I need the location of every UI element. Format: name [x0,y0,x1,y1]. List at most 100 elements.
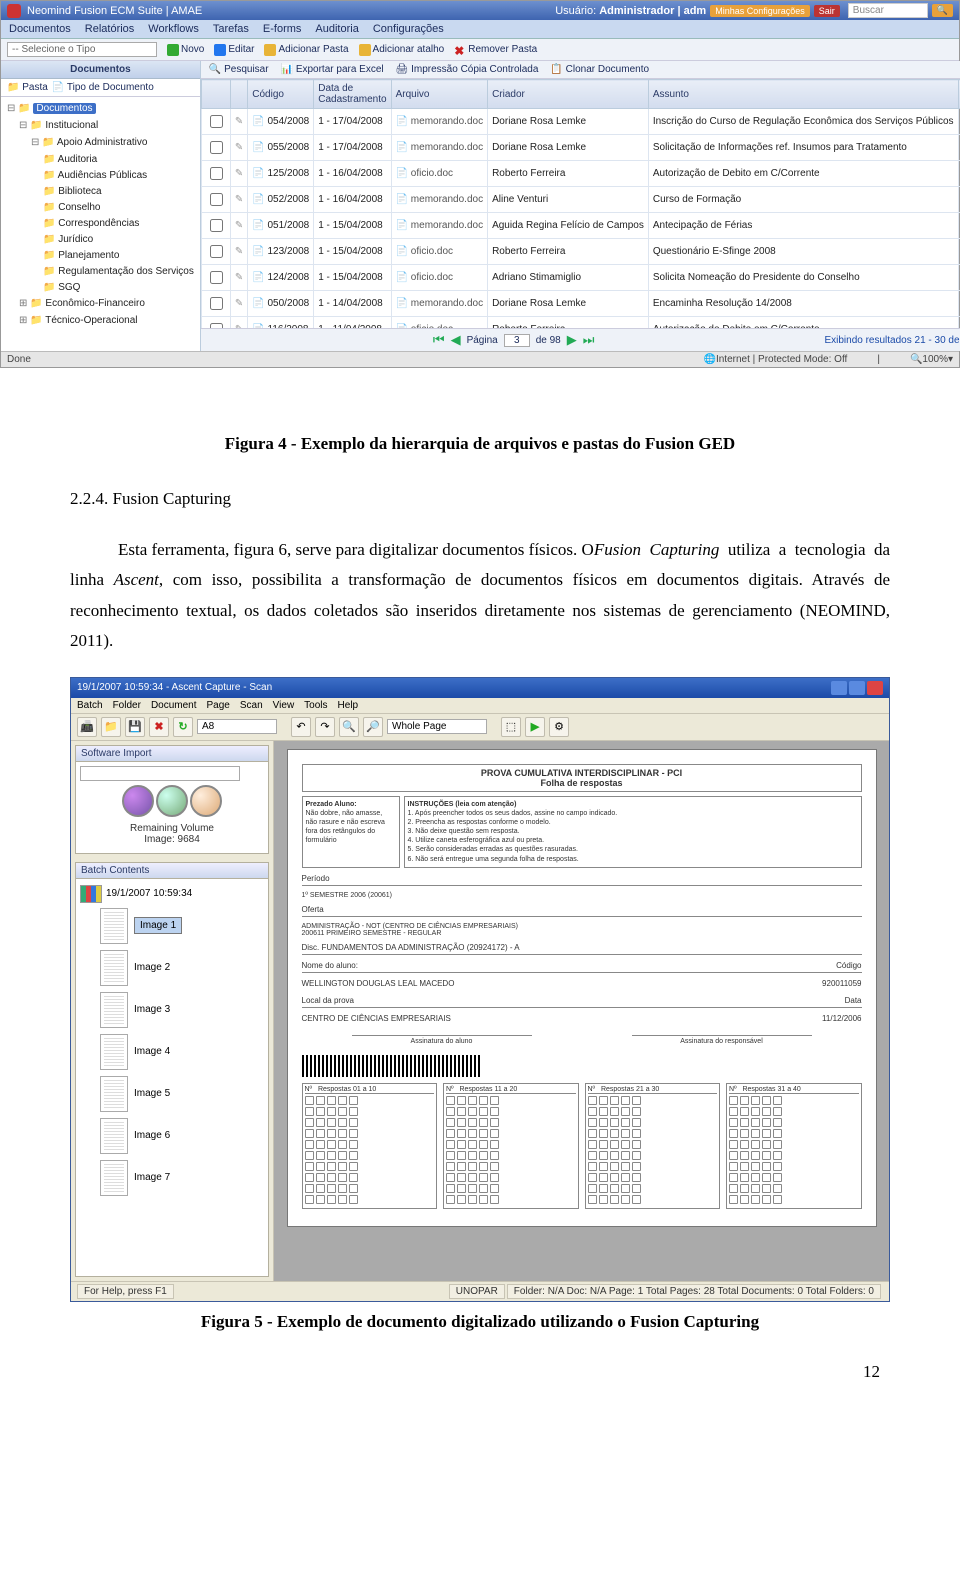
edit-icon[interactable]: ✎ [230,265,247,291]
editar-button[interactable]: Editar [214,44,254,56]
edit-icon[interactable]: ✎ [230,135,247,161]
pesquisar-button[interactable]: 🔍 Pesquisar [209,64,269,75]
tree-node[interactable]: 📁 SGQ [7,280,194,296]
table-row[interactable]: ✎📄 124/20081 - 15/04/2008📄 oficio.docAdr… [201,265,960,291]
batch-item[interactable]: Image 5 [80,1073,264,1115]
tree-node[interactable]: 📁 Conselho [7,200,194,216]
tool-a-icon[interactable]: ⬚ [501,717,521,737]
last-page-icon[interactable]: ⏭ [583,332,595,348]
edit-icon[interactable]: ✎ [230,109,247,135]
menu-batch[interactable]: Batch [77,700,103,711]
batch-item[interactable]: Image 6 [80,1115,264,1157]
tree-node[interactable]: 📁 Audiências Públicas [7,168,194,184]
row-checkbox[interactable] [210,115,223,128]
column-header[interactable]: Data de Cadastramento [314,80,391,109]
delete-icon[interactable]: ✖ [149,717,169,737]
edit-icon[interactable]: ✎ [230,187,247,213]
edit-icon[interactable]: ✎ [230,213,247,239]
type-select[interactable]: -- Selecione o Tipo [7,42,157,57]
batch-item[interactable]: Image 7 [80,1157,264,1199]
rotate-right-icon[interactable]: ↷ [315,717,335,737]
rem-pasta-button[interactable]: ✖Remover Pasta [454,44,537,56]
batch-item[interactable]: Image 2 [80,947,264,989]
zoom-dropdown-icon[interactable]: ▾ [948,354,953,365]
column-header[interactable] [230,80,247,109]
menu-eforms[interactable]: E-forms [263,23,302,35]
row-checkbox[interactable] [210,167,223,180]
table-row[interactable]: ✎📄 116/20081 - 11/04/2008📄 oficio.docRob… [201,317,960,329]
maximize-icon[interactable] [849,681,865,695]
export-excel-button[interactable]: 📊 Exportar para Excel [281,64,384,75]
edit-icon[interactable]: ✎ [230,291,247,317]
scan-icon[interactable]: 📠 [77,717,97,737]
row-checkbox[interactable] [210,245,223,258]
zoom-out-icon[interactable]: 🔎 [363,717,383,737]
edit-icon[interactable]: ✎ [230,161,247,187]
menu-view[interactable]: View [273,700,295,711]
tree-node[interactable]: ⊞ 📁 Econômico-Financeiro [7,296,194,313]
tree-node[interactable]: ⊟ 📁 Apoio Administrativo [7,135,194,152]
batch-item[interactable]: Image 3 [80,989,264,1031]
add-pasta-button[interactable]: Adicionar Pasta [264,44,348,56]
search-input[interactable]: Buscar [848,3,928,18]
rotate-left-icon[interactable]: ↶ [291,717,311,737]
prev-page-icon[interactable]: ◀ [451,332,461,348]
row-checkbox[interactable] [210,219,223,232]
accept-icon[interactable]: ↻ [173,717,193,737]
tree-node[interactable]: 📁 Planejamento [7,248,194,264]
column-header[interactable] [201,80,230,109]
column-header[interactable]: Código [248,80,314,109]
close-icon[interactable] [867,681,883,695]
document-viewer[interactable]: PROVA CUMULATIVA INTERDISCIPLINAR - PCI … [274,741,889,1281]
zoom-in-icon[interactable]: 🔍 [339,717,359,737]
menu-relatorios[interactable]: Relatórios [85,23,135,35]
folder-tree[interactable]: ⊟ 📁 Documentos⊟ 📁 Institucional⊟ 📁 Apoio… [1,97,200,334]
page-input[interactable]: 3 [504,334,530,347]
tree-node[interactable]: 📁 Jurídico [7,232,194,248]
exit-button[interactable]: Sair [814,5,840,17]
tree-node[interactable]: 📁 Correspondências [7,216,194,232]
row-checkbox[interactable] [210,141,223,154]
menu-tarefas[interactable]: Tarefas [213,23,249,35]
tab-pasta[interactable]: 📁 Pasta [7,82,48,93]
menu-scan[interactable]: Scan [240,700,263,711]
column-header[interactable]: Arquivo [391,80,488,109]
settings-icon[interactable]: ⚙ [549,717,569,737]
search-go-icon[interactable]: 🔍 [932,4,953,17]
menu-auditoria[interactable]: Auditoria [315,23,358,35]
menu-tools[interactable]: Tools [304,700,327,711]
next-page-icon[interactable]: ▶ [567,332,577,348]
batch-item[interactable]: Image 1 [80,905,264,947]
menu-config[interactable]: Configurações [373,23,444,35]
edit-icon[interactable]: ✎ [230,317,247,329]
tree-node[interactable]: ⊟ 📁 Documentos [7,101,194,118]
edit-icon[interactable]: ✎ [230,239,247,265]
table-row[interactable]: ✎📄 055/20081 - 17/04/2008📄 memorando.doc… [201,135,960,161]
table-row[interactable]: ✎📄 050/20081 - 14/04/2008📄 memorando.doc… [201,291,960,317]
table-row[interactable]: ✎📄 051/20081 - 15/04/2008📄 memorando.doc… [201,213,960,239]
tree-node[interactable]: ⊟ 📁 Institucional [7,118,194,135]
first-page-icon[interactable]: ⏮ [433,332,445,348]
menu-page[interactable]: Page [207,700,230,711]
row-checkbox[interactable] [210,297,223,310]
table-row[interactable]: ✎📄 125/20081 - 16/04/2008📄 oficio.docRob… [201,161,960,187]
batch-item[interactable]: Image 4 [80,1031,264,1073]
table-row[interactable]: ✎📄 054/20081 - 17/04/2008📄 memorando.doc… [201,109,960,135]
batch-root[interactable]: 19/1/2007 10:59:34 [80,883,264,905]
row-checkbox[interactable] [210,271,223,284]
play-icon[interactable]: ▶ [525,717,545,737]
minimize-icon[interactable] [831,681,847,695]
my-config-link[interactable]: Minhas Configurações [710,5,810,17]
menu-help[interactable]: Help [338,700,359,711]
tree-node[interactable]: 📁 Biblioteca [7,184,194,200]
menu-document[interactable]: Document [151,700,197,711]
tree-node[interactable]: ⊞ 📁 Técnico-Operacional [7,313,194,330]
add-atalho-button[interactable]: Adicionar atalho [359,44,445,56]
tab-tipo[interactable]: 📄 Tipo de Documento [52,82,154,93]
print-button[interactable]: 🖨 Impressão Cópia Controlada [396,64,539,75]
row-checkbox[interactable] [210,193,223,206]
menu-documentos[interactable]: Documentos [9,23,71,35]
save-icon[interactable]: 💾 [125,717,145,737]
new-batch-icon[interactable]: 📁 [101,717,121,737]
tree-node[interactable]: 📁 Auditoria [7,152,194,168]
